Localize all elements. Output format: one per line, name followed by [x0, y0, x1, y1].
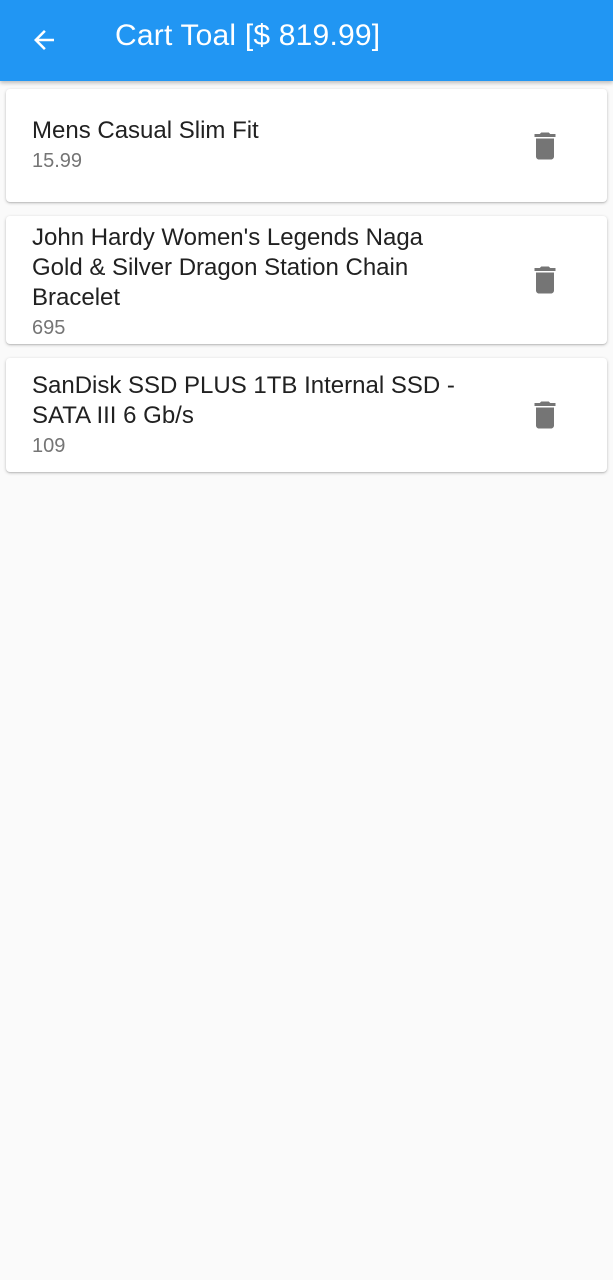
page-title: Cart Toal [$ 819.99] [115, 19, 381, 52]
cart-item-name: John Hardy Women's Legends Naga Gold & S… [32, 224, 424, 311]
cart-item-card: Mens Casual Slim Fit 15.99 [6, 89, 607, 202]
cart-item-price: 15.99 [32, 150, 83, 172]
delete-item-button[interactable] [521, 122, 569, 170]
cart-item-text: John Hardy Women's Legends Naga Gold & S… [32, 223, 472, 341]
cart-item-card: John Hardy Women's Legends Naga Gold & S… [6, 216, 607, 344]
trash-icon [534, 401, 556, 429]
back-button[interactable] [20, 16, 68, 64]
cart-item-text: Mens Casual Slim Fit 15.99 [32, 116, 472, 174]
arrow-back-icon [34, 30, 54, 50]
trash-icon [534, 132, 556, 160]
cart-item-name: SanDisk SSD PLUS 1TB Internal SSD - SATA… [32, 372, 455, 429]
cart-item-name: Mens Casual Slim Fit [32, 117, 259, 144]
delete-item-button[interactable] [521, 256, 569, 304]
cart-item-price: 109 [32, 435, 66, 457]
cart-item-list: Mens Casual Slim Fit 15.99 John Hardy Wo… [6, 89, 607, 486]
cart-item-card: SanDisk SSD PLUS 1TB Internal SSD - SATA… [6, 358, 607, 472]
cart-item-price: 695 [32, 317, 66, 339]
trash-icon [534, 266, 556, 294]
delete-item-button[interactable] [521, 391, 569, 439]
cart-item-text: SanDisk SSD PLUS 1TB Internal SSD - SATA… [32, 371, 472, 459]
app-bar: Cart Toal [$ 819.99] [0, 0, 613, 81]
